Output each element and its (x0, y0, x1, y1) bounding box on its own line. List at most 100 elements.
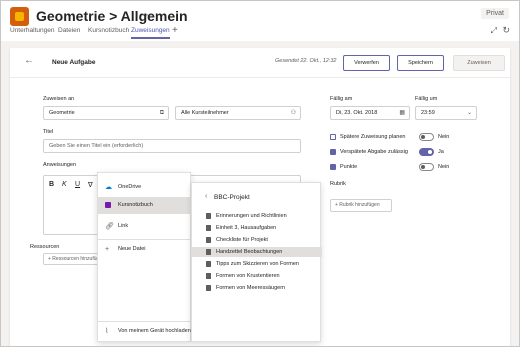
title-input[interactable]: Geben Sie einen Titel ein (erforderlich) (43, 139, 301, 153)
source-kursnotizbuch[interactable]: Kursnotizbuch (98, 197, 192, 214)
file-label: Formen von Meeressäugern (216, 285, 286, 291)
tab-dateien[interactable]: Dateien (58, 27, 80, 34)
source-kursnotizbuch-label: Kursnotizbuch (118, 202, 153, 208)
add-tab-button[interactable]: + (172, 25, 178, 36)
file-icon (206, 261, 211, 267)
channel-title: Geometrie > Allgemein (36, 8, 188, 24)
tab-unterhaltungen[interactable]: Unterhaltungen (10, 27, 54, 34)
class-value: Geometrie (49, 110, 75, 116)
file-item[interactable]: Erinnerungen und Richtlinien (192, 211, 322, 221)
more-options-icon[interactable]: ··· (141, 7, 153, 21)
points-label: Punkte (340, 164, 358, 170)
resources-label: Ressourcen (30, 244, 60, 250)
discard-button[interactable]: Verwerfen (343, 55, 390, 71)
toggle-points-text: Nein (438, 164, 450, 170)
file-item[interactable]: Tipps zum Skizzieren von Formen (192, 259, 322, 269)
file-item[interactable]: Formen von Krustentieren (192, 271, 322, 281)
file-icon (206, 273, 211, 279)
file-icon (206, 213, 211, 219)
file-item-selected[interactable]: Handzettel Beobachtungen (192, 247, 322, 257)
file-label: Tipps zum Skizzieren von Formen (216, 261, 299, 267)
onenote-icon (105, 202, 111, 208)
file-label: Checkliste für Projekt (216, 237, 268, 243)
chevron-left-icon[interactable]: ‹ (205, 193, 207, 200)
file-icon (206, 249, 211, 255)
toggle-schedule-text: Nein (438, 134, 450, 140)
copy-icon: ⧉ (159, 110, 164, 116)
divider (98, 321, 192, 322)
file-icon (206, 285, 211, 291)
paperclip-icon: ⌇ (105, 328, 109, 335)
resource-source-menu: ☁ OneDrive Kursnotizbuch 🔗︎ Link + Neue … (97, 172, 192, 342)
due-time-label: Fällig um (415, 96, 438, 102)
source-link-label: Link (118, 223, 129, 229)
toggle-late-submission[interactable] (419, 148, 434, 156)
late-submission-label: Verspätete Abgabe zulässig (340, 149, 408, 155)
refresh-icon[interactable]: ↻ (502, 25, 510, 36)
notebook-file-browser: ‹ BBC-Projekt Erinnerungen und Richtlini… (191, 182, 322, 342)
calendar-icon: ▦ (399, 110, 405, 116)
save-button[interactable]: Speichern (397, 55, 444, 71)
students-select[interactable]: Alle Kursteilnehmer ⚇ (175, 106, 301, 120)
source-new-file-label: Neue Datei (118, 246, 146, 252)
file-label: Formen von Krustentieren (216, 273, 280, 279)
toggle-points[interactable] (419, 163, 434, 171)
upload-label: Von meinem Gerät hochladen (118, 328, 191, 334)
students-value: Alle Kursteilnehmer (181, 110, 229, 116)
source-link[interactable]: 🔗︎ Link (98, 218, 192, 235)
toggle-schedule[interactable] (419, 133, 434, 141)
link-icon: 🔗︎ (105, 223, 114, 230)
title-label: Titel (43, 129, 54, 135)
due-time-select[interactable]: 23:59 ⌄ (415, 106, 477, 120)
cloud-icon: ☁ (105, 184, 112, 191)
plus-icon: + (105, 246, 110, 253)
checkbox-points[interactable] (330, 164, 336, 170)
assignment-toolbar: ← Neue Aufgabe Gesendet 22. Okt., 12:32 … (10, 48, 510, 78)
bold-button[interactable]: B (49, 181, 54, 188)
underline-button[interactable]: U (75, 181, 80, 188)
back-arrow-icon[interactable]: ← (24, 55, 34, 66)
rubric-label: Rubrik (330, 181, 346, 187)
toggle-late-submission-text: Ja (438, 149, 444, 155)
people-icon: ⚇ (290, 110, 296, 116)
source-onedrive[interactable]: ☁ OneDrive (98, 179, 192, 196)
instructions-label: Anweisungen (43, 162, 77, 168)
file-label: Einheit 3, Hausaufgaben (216, 225, 277, 231)
team-logo-icon (10, 7, 29, 26)
add-rubric-button[interactable]: + Rubrik hinzufügen (330, 199, 392, 212)
saved-status: Gesendet 22. Okt., 12:32 (275, 58, 337, 64)
divider (98, 239, 192, 240)
new-assignment-card: ← Neue Aufgabe Gesendet 22. Okt., 12:32 … (10, 48, 510, 346)
italic-button[interactable]: K (62, 181, 67, 188)
assign-to-label: Zuweisen an (43, 96, 75, 102)
file-item[interactable]: Einheit 3, Hausaufgaben (192, 223, 322, 233)
file-item[interactable]: Formen von Meeressäugern (192, 283, 322, 293)
upload-from-device[interactable]: ⌇ Von meinem Gerät hochladen (98, 323, 192, 340)
checkbox-late-submission[interactable] (330, 149, 336, 155)
source-onedrive-label: OneDrive (118, 184, 142, 190)
source-new-file[interactable]: + Neue Datei (98, 241, 192, 258)
folder-title: BBC-Projekt (214, 194, 250, 201)
channel-header: Geometrie > Allgemein ··· Privat Unterha… (1, 1, 519, 39)
file-label: Handzettel Beobachtungen (216, 249, 283, 255)
due-time-value: 23:59 (421, 110, 435, 116)
class-select[interactable]: Geometrie ⧉ (43, 106, 169, 120)
assign-button[interactable]: Zuweisen (453, 55, 505, 71)
file-item[interactable]: Checkliste für Projekt (192, 235, 322, 245)
assignment-heading: Neue Aufgabe (52, 59, 96, 66)
channel-tabs: Unterhaltungen Dateien Kursnotizbuch Zuw… (1, 25, 519, 39)
privacy-badge: Privat (481, 8, 509, 19)
schedule-option-label: Spätere Zuweisung planen (340, 134, 406, 140)
file-icon (206, 237, 211, 243)
due-date-value: Di, 23. Okt. 2018 (336, 110, 378, 116)
tab-zuweisungen[interactable]: Zuweisungen (131, 27, 170, 39)
tab-kursnotizbuch[interactable]: Kursnotizbuch (88, 27, 129, 34)
due-date-input[interactable]: Di, 23. Okt. 2018 ▦ (330, 106, 410, 120)
highlight-button[interactable]: ∇ (88, 181, 93, 189)
teams-window: Geometrie > Allgemein ··· Privat Unterha… (0, 0, 520, 347)
assignments-workspace: ← Neue Aufgabe Gesendet 22. Okt., 12:32 … (1, 41, 519, 346)
chevron-down-icon: ⌄ (466, 110, 472, 116)
expand-icon[interactable]: ⤢ (491, 26, 497, 36)
file-icon (206, 225, 211, 231)
checkbox-schedule[interactable] (330, 134, 336, 140)
